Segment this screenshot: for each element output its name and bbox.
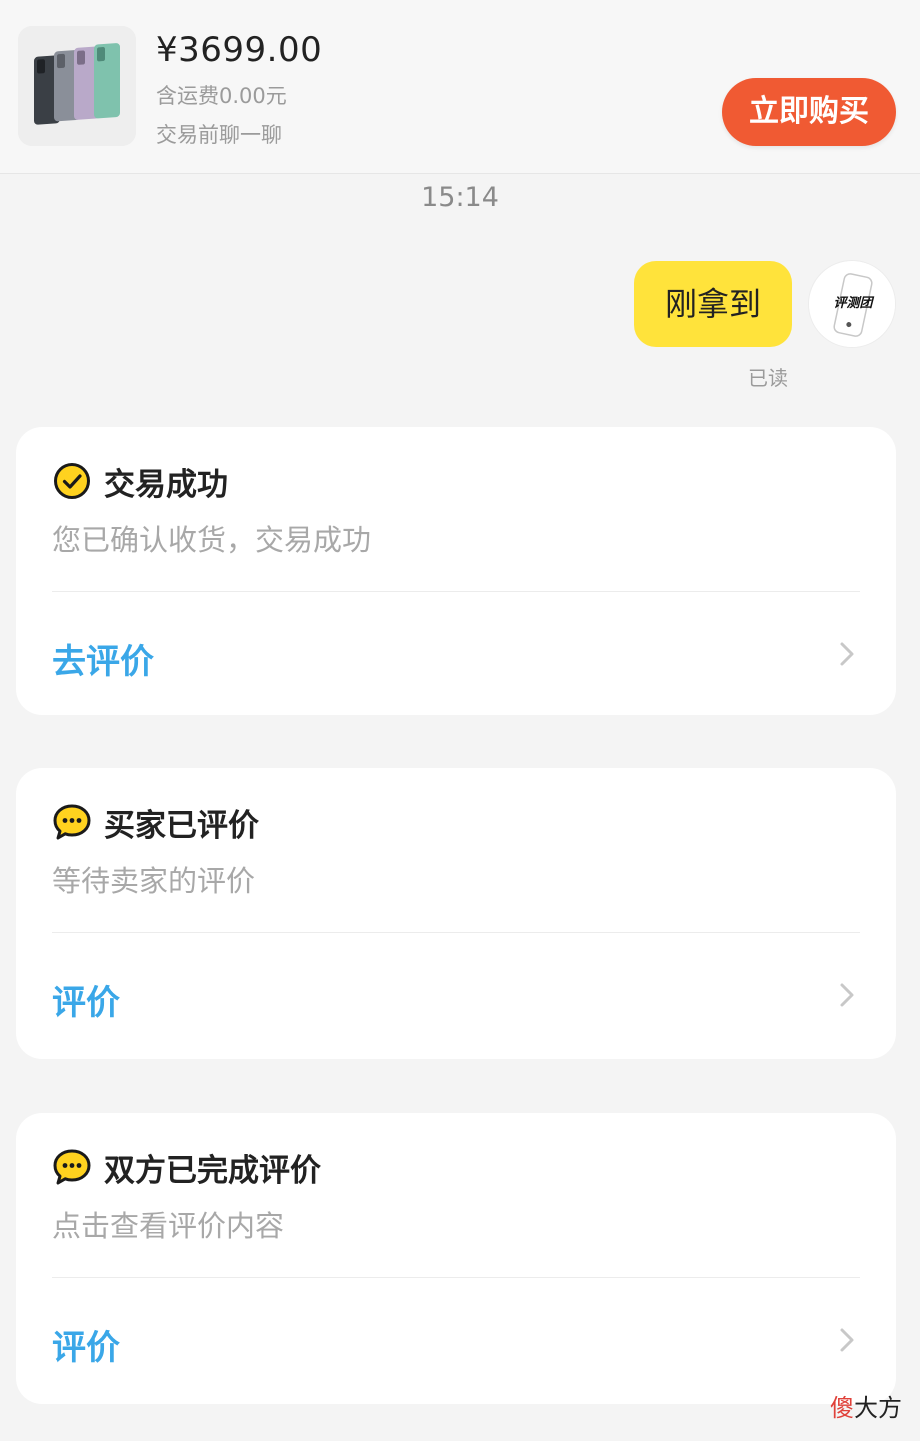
order-status-card: 交易成功 您已确认收货，交易成功 去评价 [16, 427, 896, 715]
user-avatar[interactable]: 评测团 [808, 260, 896, 348]
check-circle-icon [54, 463, 90, 499]
card-title: 买家已评价 [104, 807, 259, 844]
card-header: 买家已评价 [52, 802, 259, 844]
card-title: 双方已完成评价 [104, 1152, 321, 1189]
product-thumbnail[interactable] [18, 26, 136, 146]
chat-bubble-icon [53, 804, 91, 840]
watermark: 傻大方 [830, 1388, 902, 1423]
chevron-right-icon [840, 642, 854, 666]
card-header: 双方已完成评价 [52, 1147, 321, 1189]
product-header: ¥3699.00 含运费0.00元 交易前聊一聊 立即购买 [0, 0, 920, 174]
card-action-label: 评价 [52, 1328, 120, 1368]
buy-now-button[interactable]: 立即购买 [722, 78, 896, 146]
card-subtitle: 点击查看评价内容 [52, 1209, 285, 1243]
card-action-label: 去评价 [52, 642, 154, 682]
review-link[interactable]: 评价 [16, 933, 896, 1059]
review-link[interactable]: 评价 [16, 1278, 896, 1404]
go-review-link[interactable]: 去评价 [16, 592, 896, 715]
watermark-accent: 傻 [830, 1394, 854, 1422]
card-subtitle: 您已确认收货，交易成功 [52, 523, 372, 557]
product-price: ¥3699.00 [156, 30, 323, 70]
chat-hint: 交易前聊一聊 [156, 123, 282, 147]
card-title: 交易成功 [104, 466, 228, 503]
avatar-logo-text: 评测团 [833, 295, 874, 311]
chevron-right-icon [840, 1328, 854, 1352]
shipping-fee: 含运费0.00元 [156, 84, 287, 108]
message-timestamp: 15:14 [421, 182, 499, 213]
both-reviewed-card: 双方已完成评价 点击查看评价内容 评价 [16, 1113, 896, 1404]
chat-bubble-icon [53, 1149, 91, 1185]
card-action-label: 评价 [52, 983, 120, 1023]
chevron-right-icon [840, 983, 854, 1007]
card-subtitle: 等待卖家的评价 [52, 864, 256, 898]
watermark-text: 大方 [854, 1394, 902, 1422]
chat-message[interactable]: 刚拿到 [634, 261, 792, 347]
card-header: 交易成功 [52, 461, 228, 503]
read-status: 已读 [748, 366, 788, 390]
buyer-reviewed-card: 买家已评价 等待卖家的评价 评价 [16, 768, 896, 1059]
